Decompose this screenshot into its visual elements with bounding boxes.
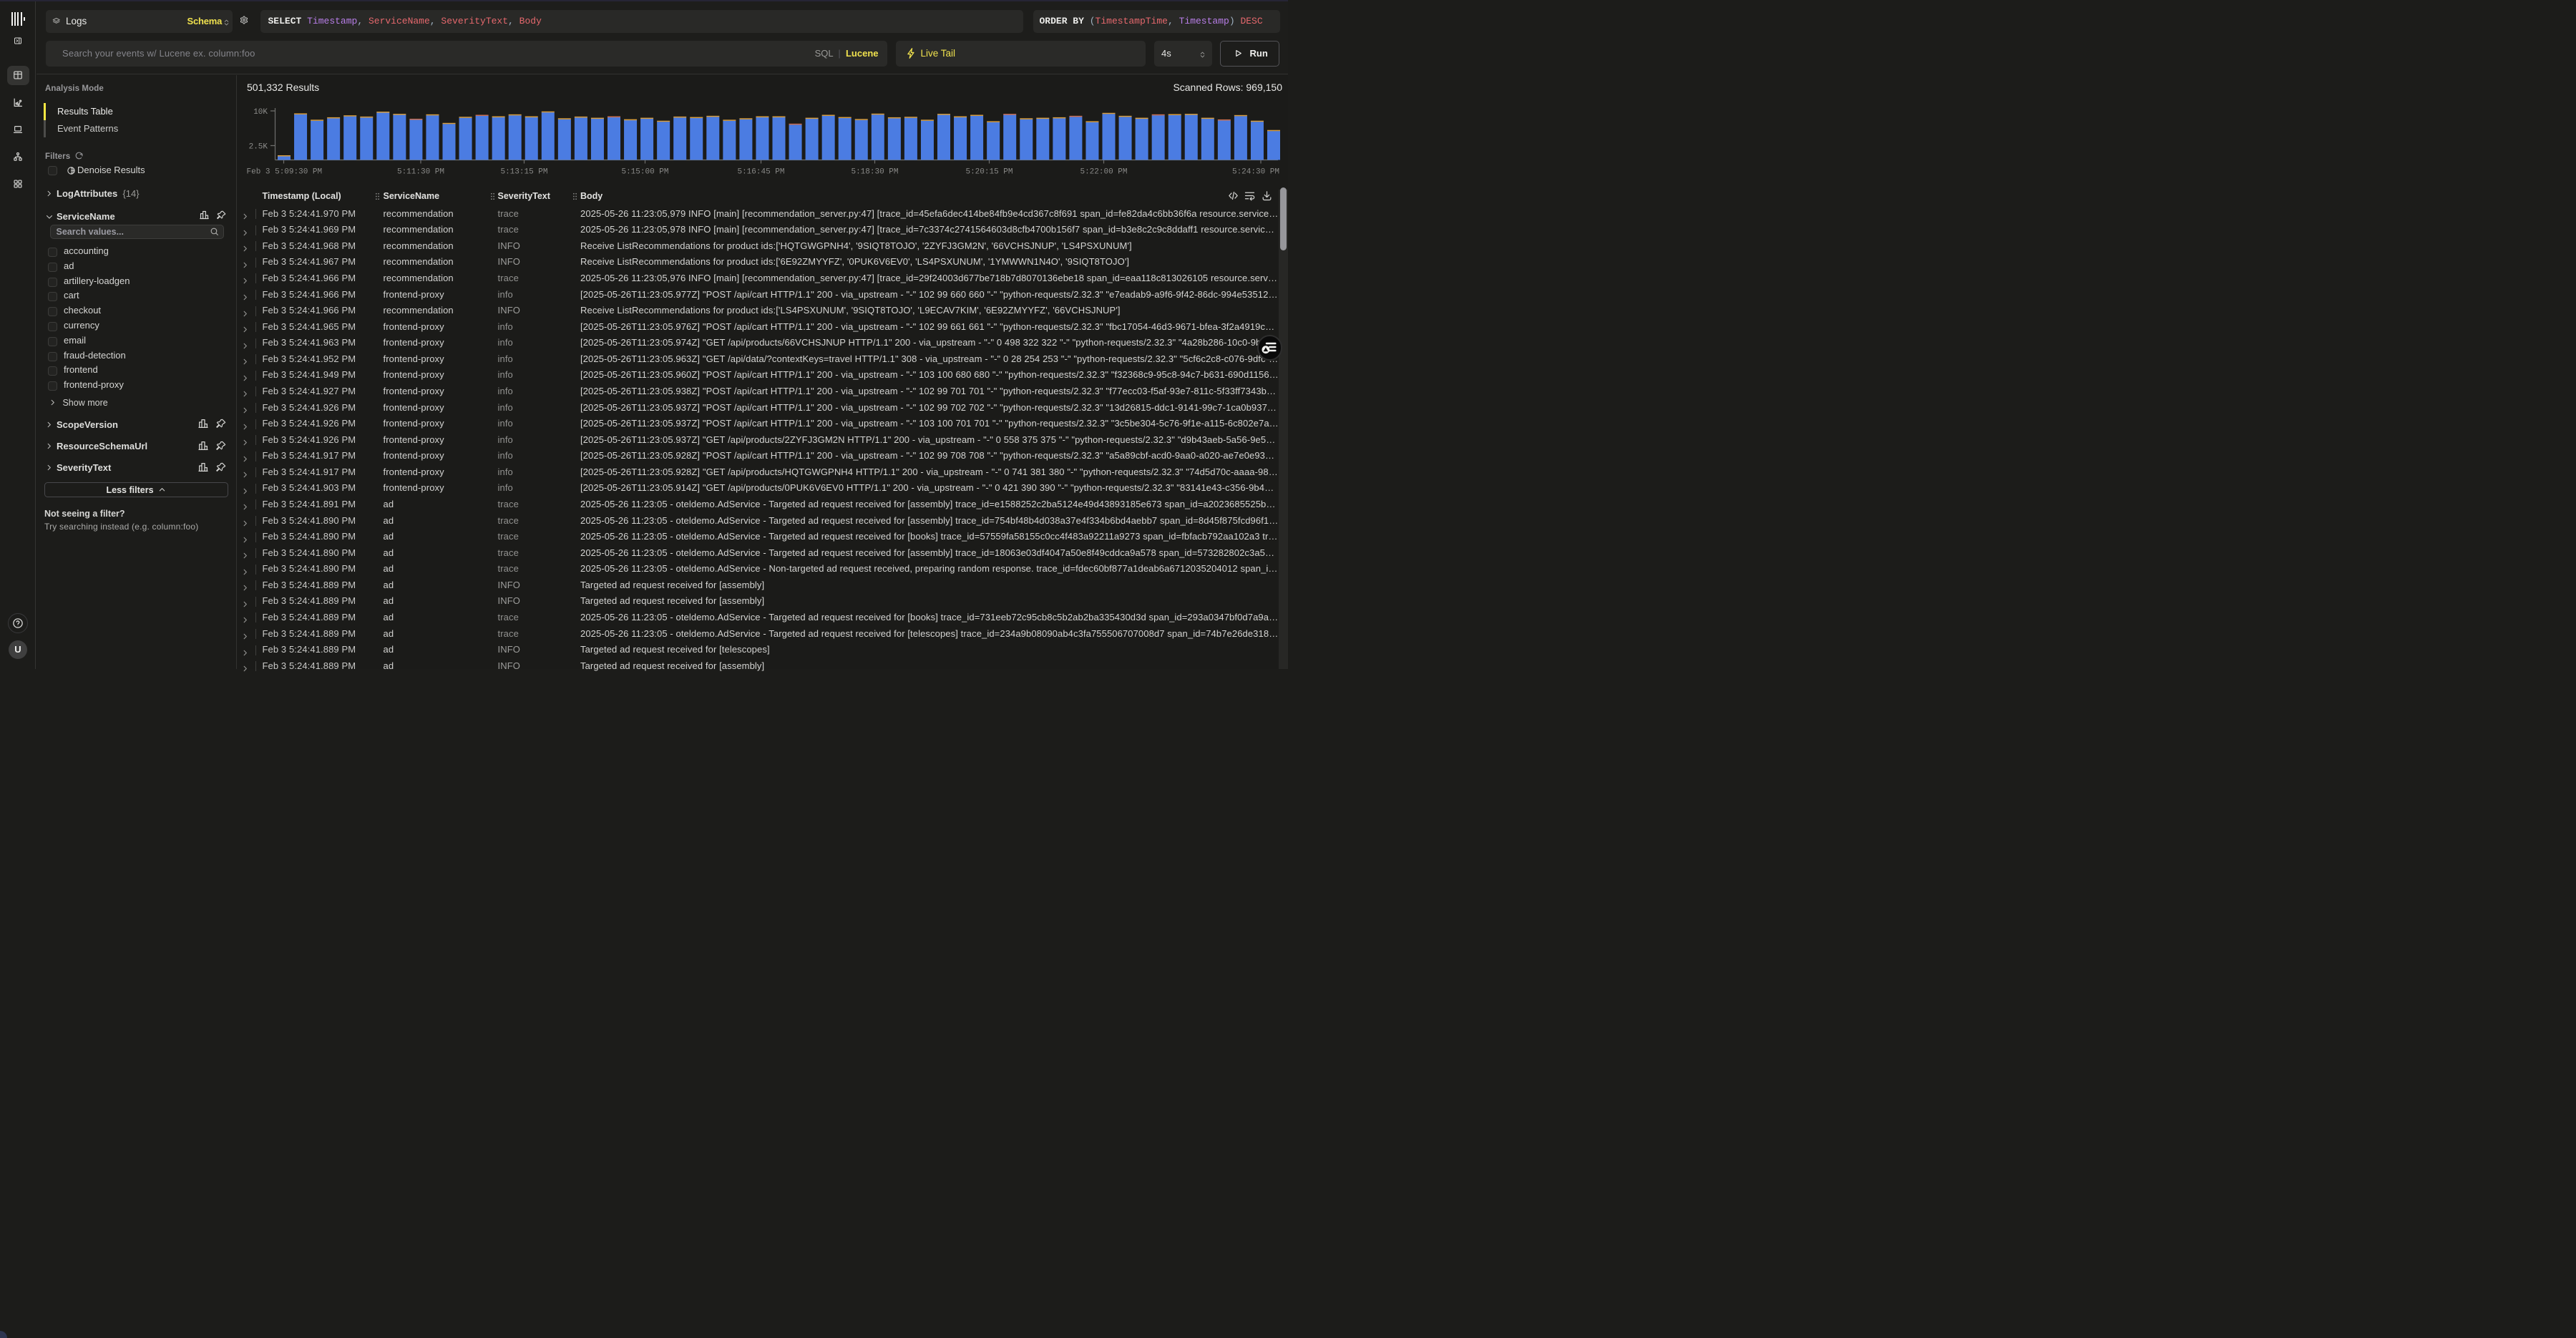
svg-text:5:20:15 PM: 5:20:15 PM bbox=[965, 168, 1013, 177]
svg-text:5:13:15 PM: 5:13:15 PM bbox=[500, 168, 547, 177]
svg-text:Feb 3 5:09:30 PM: Feb 3 5:09:30 PM bbox=[247, 168, 323, 177]
svg-text:5:22:00 PM: 5:22:00 PM bbox=[1080, 168, 1127, 177]
svg-text:2.5K: 2.5K bbox=[249, 143, 268, 152]
svg-text:5:15:00 PM: 5:15:00 PM bbox=[621, 168, 668, 177]
svg-text:5:16:45 PM: 5:16:45 PM bbox=[737, 168, 784, 177]
svg-text:10K: 10K bbox=[253, 108, 268, 117]
svg-text:5:24:30 PM: 5:24:30 PM bbox=[1232, 168, 1279, 177]
svg-text:5:11:30 PM: 5:11:30 PM bbox=[397, 168, 444, 177]
svg-text:5:18:30 PM: 5:18:30 PM bbox=[851, 168, 898, 177]
